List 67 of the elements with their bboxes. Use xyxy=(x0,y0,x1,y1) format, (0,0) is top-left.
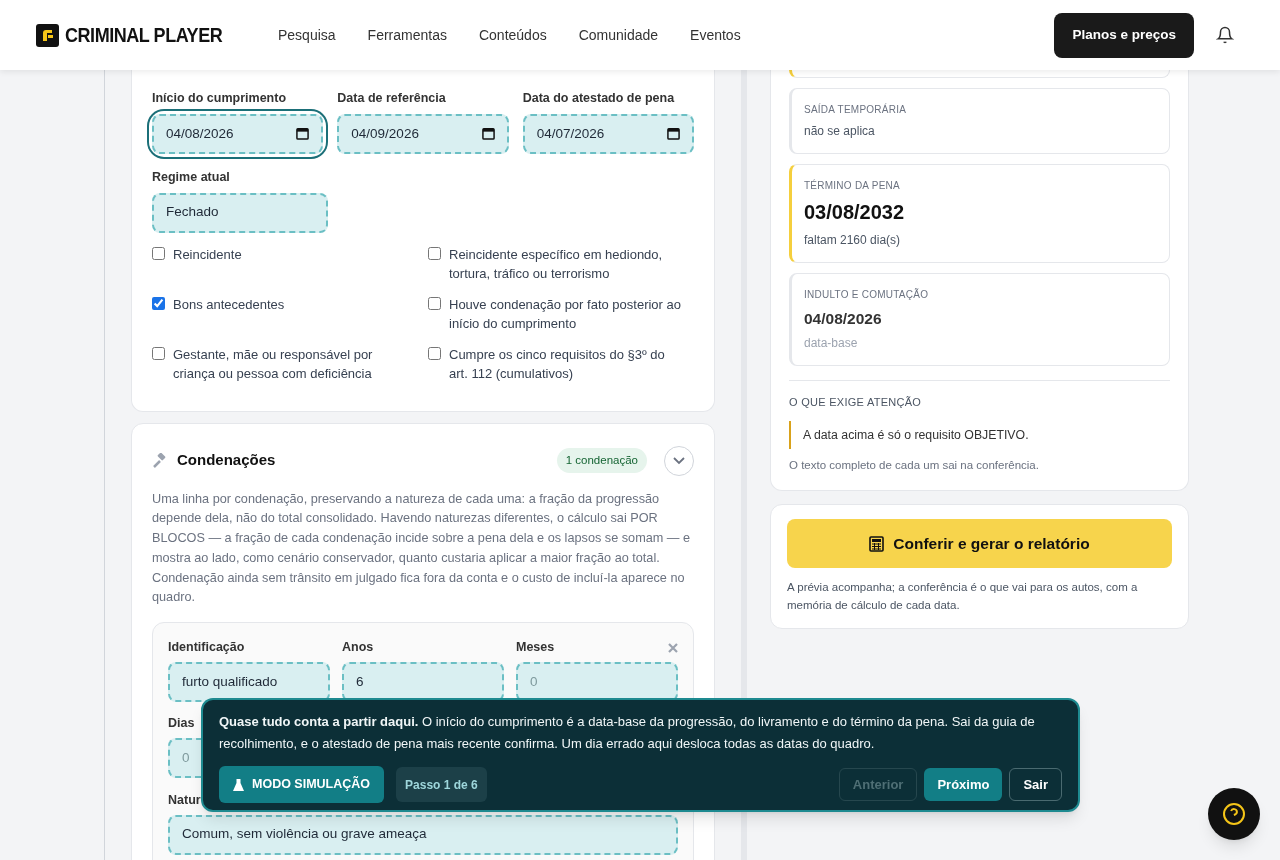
checkbox-label: Reincidente específico em hediondo, tortura, tráfico ou terrorismo xyxy=(449,245,664,283)
help-button[interactable] xyxy=(1208,788,1260,840)
field-label: Natur xyxy=(168,791,201,809)
field-label: Meses xyxy=(516,639,555,657)
field-label: Início do cumprimento xyxy=(152,90,288,107)
checkbox[interactable] xyxy=(428,346,441,360)
attention-title: O QUE EXIGE ATENÇÃO xyxy=(789,395,923,411)
checkbox[interactable] xyxy=(428,296,441,310)
calendar-icon xyxy=(667,127,680,141)
date-field[interactable]: 04/09/2026 xyxy=(337,113,509,154)
report-note: A prévia acompanha; a conferência é o que vai para os autos, com a memória de cálculo de cada data. xyxy=(787,580,1139,614)
gavel-icon xyxy=(152,452,168,469)
attention-note: O texto completo de cada um sai na conferência. xyxy=(789,458,1040,474)
field-label: Data do atestado de pena xyxy=(522,90,676,107)
result-value: não se aplica xyxy=(804,123,876,140)
section-title: Condenações xyxy=(177,450,276,471)
checkbox[interactable] xyxy=(152,346,165,360)
count-badge: 1 condenação xyxy=(556,447,647,474)
brand-name: CRIMINAL PLAYER xyxy=(65,23,223,48)
nav-link[interactable]: Pesquisa xyxy=(278,24,336,46)
field-label: Regime atual xyxy=(152,168,231,186)
checkbox[interactable] xyxy=(152,246,165,260)
logo-icon xyxy=(36,23,59,47)
section-description: Uma linha por condenação, preservando a natureza de cada uma: a fração da progressão depende dela, não do total consolidado. Havendo naturezas diferentes, o cálculo sai POR BLOCOS — a fração de cada condenação incide sobre a pena dela e os lapsos se somam — e mostra ao lado, como cenário conservador, quanto custaria aplicar a maior fração ao total. Condenação ainda sem trânsito em julgado fica fora da conta e o custo de incluí-la aparece no quadro. xyxy=(152,490,692,607)
tour-text: Quase tudo conta a partir daqui. O início do cumprimento é a data-base da progressão, do livramento e do término da pena. Sai da guia de recolhimento, e o atestado de pena mais recente confirma. Um dia errado aqui desloca todas as datas do quadro. xyxy=(219,713,1036,753)
result-value: 03/08/2032 xyxy=(804,200,906,225)
plans-button[interactable]: Planos e preços xyxy=(1054,12,1194,58)
attention-callout: A data acima é só o requisito OBJETIVO. xyxy=(789,420,1170,450)
text-field[interactable]: furto qualificado xyxy=(168,662,330,703)
step-counter: Passo 1 de 6 xyxy=(396,767,487,802)
calculator-icon xyxy=(869,535,885,552)
calendar-icon xyxy=(481,127,495,141)
field-label: Data de referência xyxy=(337,90,447,107)
result-value: 04/08/2026 xyxy=(804,309,883,329)
nav-link[interactable]: Eventos xyxy=(690,24,741,46)
result-label: TÉRMINO DA PENA xyxy=(804,178,901,193)
tour-button[interactable]: Sair xyxy=(1009,768,1062,801)
field-label: Dias xyxy=(168,715,195,733)
report-button[interactable]: Conferir e gerar o relatório xyxy=(787,519,1172,569)
checkbox-label: Gestante, mãe ou responsável por criança ou pessoa com deficiência xyxy=(173,345,374,383)
date-field[interactable]: 04/08/2026 xyxy=(152,113,324,154)
simulation-badge: MODO SIMULAÇÃO xyxy=(219,766,385,803)
nature-select[interactable]: Comum, sem violência ou grave ameaça xyxy=(168,814,678,855)
regime-select[interactable]: Fechado xyxy=(152,192,328,233)
result-label: INDULTO E COMUTAÇÃO xyxy=(804,287,930,302)
checkbox-label: Reincidente xyxy=(173,245,242,264)
calendar-icon xyxy=(296,127,310,141)
result-note: faltam 2160 dia(s) xyxy=(804,232,902,249)
bell-icon[interactable] xyxy=(1216,26,1234,44)
nav-link[interactable]: Ferramentas xyxy=(367,24,447,46)
checkbox-label: Bons antecedentes xyxy=(173,295,285,314)
nav-link[interactable]: Comunidade xyxy=(578,24,659,46)
tour-button[interactable]: Próximo xyxy=(924,768,1003,801)
checkbox-label: Houve condenação por fato posterior ao início do cumprimento xyxy=(449,295,682,333)
nav-link[interactable]: Conteúdos xyxy=(478,24,547,46)
flask-icon xyxy=(233,778,244,791)
checkbox[interactable] xyxy=(152,296,165,310)
chevron-down-icon xyxy=(673,456,685,465)
date-field[interactable]: 04/07/2026 xyxy=(522,113,694,154)
field-label: Identificação xyxy=(168,639,245,657)
checkbox[interactable] xyxy=(428,246,441,260)
close-icon[interactable] xyxy=(668,642,678,653)
result-label: SAÍDA TEMPORÁRIA xyxy=(804,102,908,117)
help-icon xyxy=(1222,802,1246,826)
result-note: data-base xyxy=(804,335,859,353)
checkbox-label: Cumpre os cinco requisitos do §3º do art. 112 (cumulativos) xyxy=(449,345,666,383)
field-label: Anos xyxy=(342,639,374,657)
